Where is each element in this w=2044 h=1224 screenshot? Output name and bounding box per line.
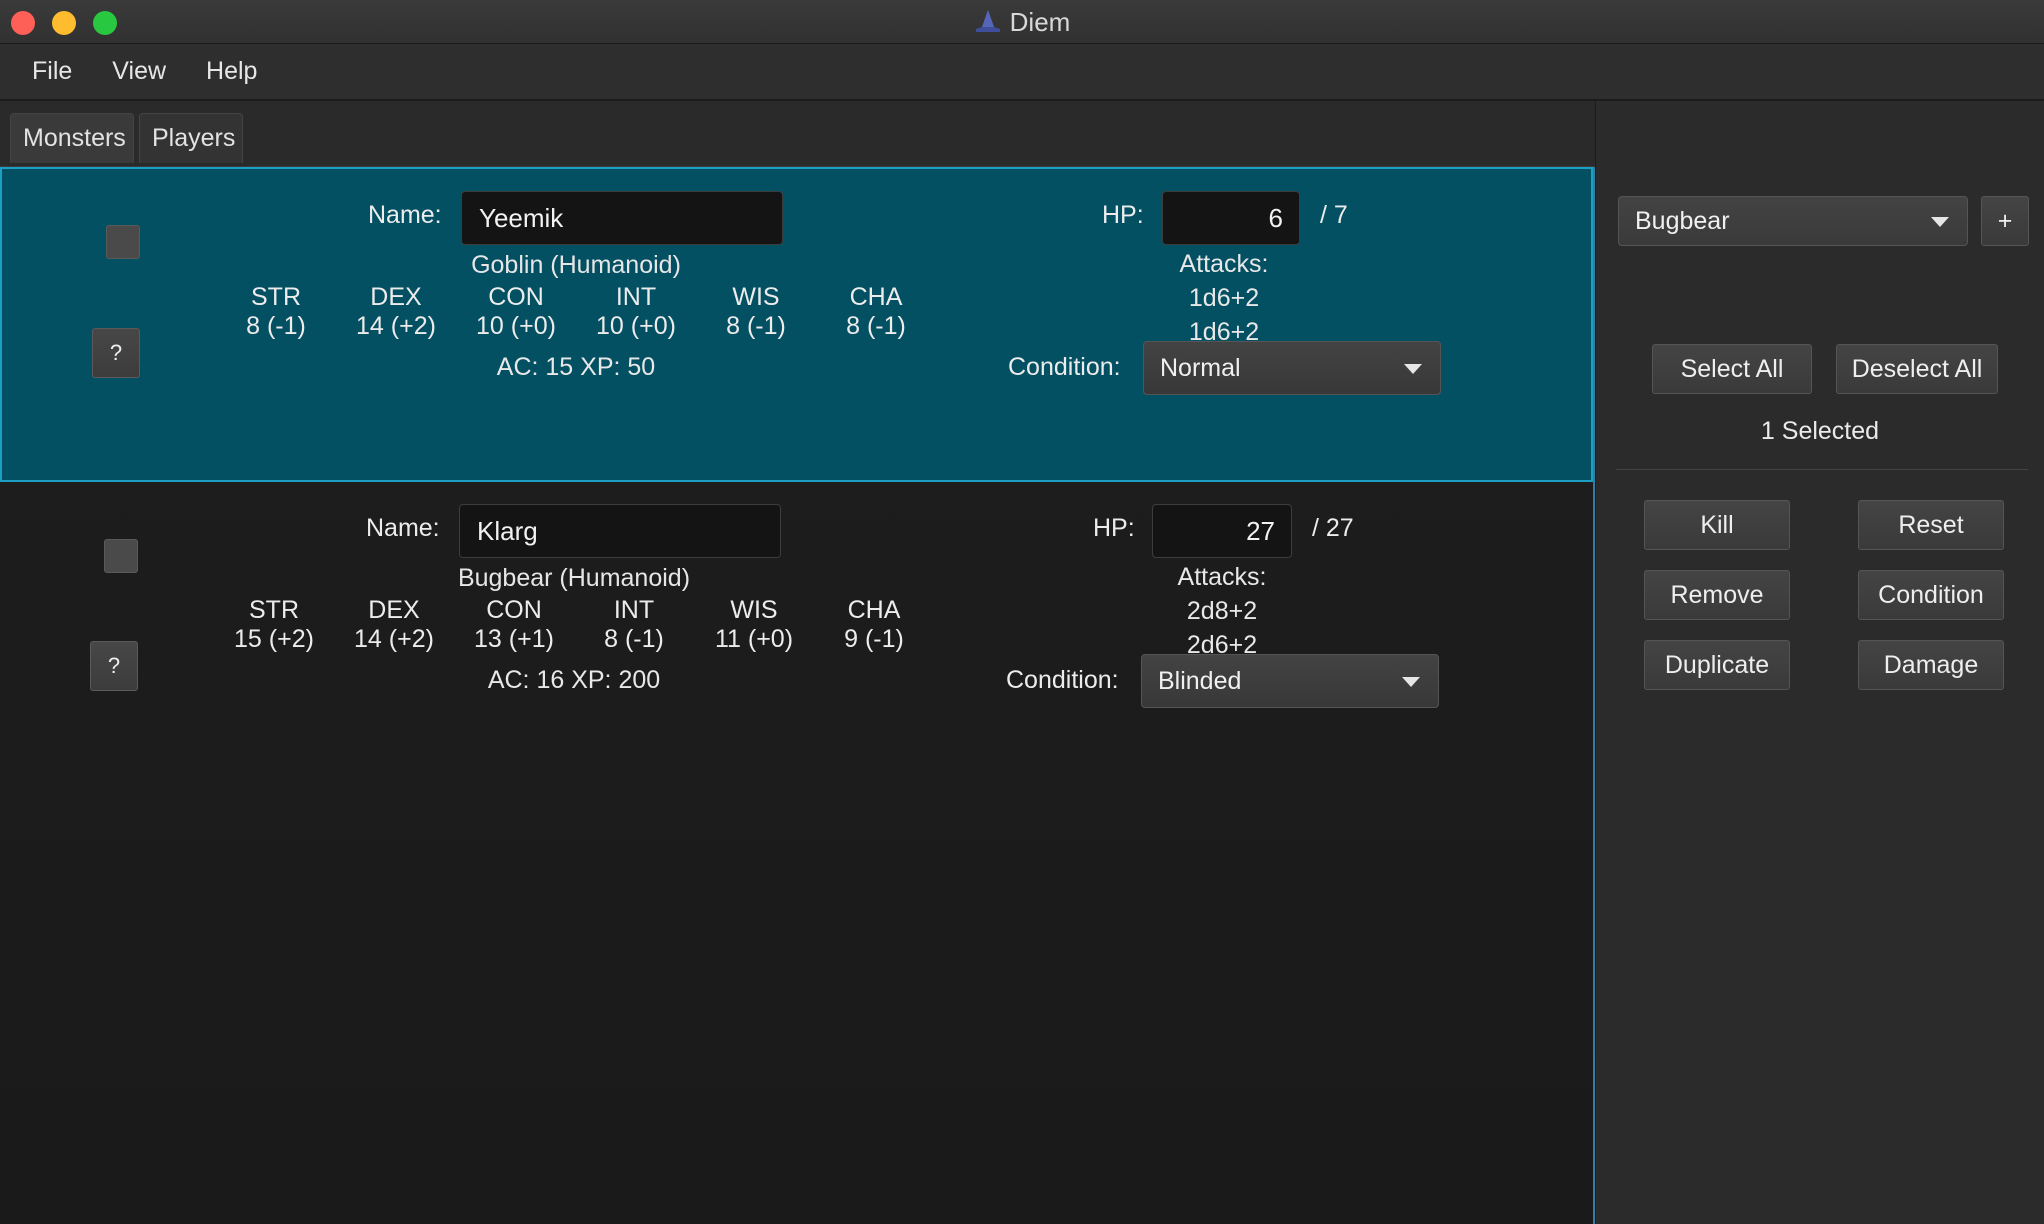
tab-players[interactable]: Players (139, 113, 243, 163)
monster-name-input[interactable]: Klarg (459, 504, 781, 558)
reset-button[interactable]: Reset (1858, 500, 2004, 550)
stat-wis: WIS 8 (-1) (726, 283, 786, 340)
attacks-block: Attacks: 2d8+2 2d6+2 (1122, 560, 1322, 662)
condition-value: Blinded (1158, 666, 1242, 695)
monster-type: Goblin (Humanoid) (471, 251, 681, 279)
duplicate-button[interactable]: Duplicate (1644, 640, 1790, 690)
monster-name-input[interactable]: Yeemik (461, 191, 783, 245)
stat-str: STR 15 (+2) (234, 596, 314, 653)
monster-info-button[interactable]: ? (92, 328, 140, 378)
damage-button[interactable]: Damage (1858, 640, 2004, 690)
condition-label: Condition: (1008, 353, 1121, 381)
monster-row[interactable]: ? Name: Yeemik Goblin (Humanoid) STR 8 (-… (0, 167, 1593, 482)
tab-bar: Monsters Players (0, 101, 1595, 167)
divider (1616, 469, 2028, 470)
stat-con: CON 13 (+1) (474, 596, 554, 653)
remove-button[interactable]: Remove (1644, 570, 1790, 620)
hp-label: HP: (1093, 514, 1135, 542)
ability-scores: STR 8 (-1) DEX 14 (+2) CON 10 (+0) INT 10 (+… (216, 283, 936, 341)
condition-value: Normal (1160, 353, 1241, 382)
attack-roll: 1d6+2 (1188, 284, 1260, 312)
monster-type-value: Bugbear (1635, 206, 1730, 235)
attacks-label: Attacks: (1177, 563, 1267, 591)
hp-current-input[interactable]: 27 (1152, 504, 1292, 558)
stat-wis: WIS 11 (+0) (714, 596, 794, 653)
window-title-group: Diem (0, 0, 2044, 44)
chevron-down-icon (1402, 677, 1420, 687)
name-label: Name: (366, 514, 440, 542)
tab-monsters[interactable]: Monsters (10, 113, 134, 163)
chevron-down-icon (1931, 217, 1949, 227)
condition-label: Condition: (1006, 666, 1119, 694)
kill-button[interactable]: Kill (1644, 500, 1790, 550)
attack-roll: 2d8+2 (1186, 597, 1258, 625)
main-pane: Monsters Players ? Name: Yeemik Goblin (… (0, 101, 1595, 1224)
menu-view[interactable]: View (112, 57, 166, 86)
menu-bar: File View Help (0, 44, 2044, 100)
wizard-hat-icon (975, 10, 1000, 32)
window-title: Diem (1009, 6, 1071, 37)
stat-int: INT 8 (-1) (604, 596, 664, 653)
add-monster-button[interactable]: + (1981, 196, 2029, 246)
monster-row[interactable]: ? Name: Klarg Bugbear (Humanoid) STR 15 (… (0, 484, 1593, 799)
menu-help[interactable]: Help (206, 57, 257, 86)
attacks-label: Attacks: (1179, 250, 1269, 278)
side-panel: Bugbear + Select All Deselect All 1 Sele… (1596, 101, 2044, 1224)
hp-max: / 27 (1312, 514, 1354, 542)
condition-dropdown[interactable]: Normal (1143, 341, 1441, 395)
name-label: Name: (368, 201, 442, 229)
monster-info-button[interactable]: ? (90, 641, 138, 691)
ability-scores: STR 15 (+2) DEX 14 (+2) CON 13 (+1) INT 8 (-… (214, 596, 934, 654)
stat-int: INT 10 (+0) (596, 283, 676, 340)
select-all-button[interactable]: Select All (1652, 344, 1812, 394)
ac-xp-line: AC: 15 XP: 50 (496, 353, 656, 381)
stat-dex: DEX 14 (+2) (356, 283, 436, 340)
chevron-down-icon (1404, 364, 1422, 374)
attacks-block: Attacks: 1d6+2 1d6+2 (1124, 247, 1324, 349)
deselect-all-button[interactable]: Deselect All (1836, 344, 1998, 394)
stat-dex: DEX 14 (+2) (354, 596, 434, 653)
title-bar: Diem (0, 0, 2044, 44)
monster-type: Bugbear (Humanoid) (457, 564, 691, 592)
stat-cha: CHA 9 (-1) (844, 596, 904, 653)
hp-current-input[interactable]: 6 (1162, 191, 1300, 245)
stat-str: STR 8 (-1) (246, 283, 306, 340)
ac-xp-line: AC: 16 XP: 200 (487, 666, 661, 694)
monster-select-checkbox[interactable] (106, 225, 140, 259)
stat-con: CON 10 (+0) (476, 283, 556, 340)
monster-list: ? Name: Yeemik Goblin (Humanoid) STR 8 (-… (0, 167, 1595, 1224)
menu-file[interactable]: File (32, 57, 72, 86)
monster-type-dropdown[interactable]: Bugbear (1618, 196, 1968, 246)
monster-select-checkbox[interactable] (104, 539, 138, 573)
hp-label: HP: (1102, 201, 1144, 229)
selected-count: 1 Selected (1760, 417, 1880, 445)
hp-max: / 7 (1320, 201, 1348, 229)
condition-button[interactable]: Condition (1858, 570, 2004, 620)
condition-dropdown[interactable]: Blinded (1141, 654, 1439, 708)
stat-cha: CHA 8 (-1) (846, 283, 906, 340)
